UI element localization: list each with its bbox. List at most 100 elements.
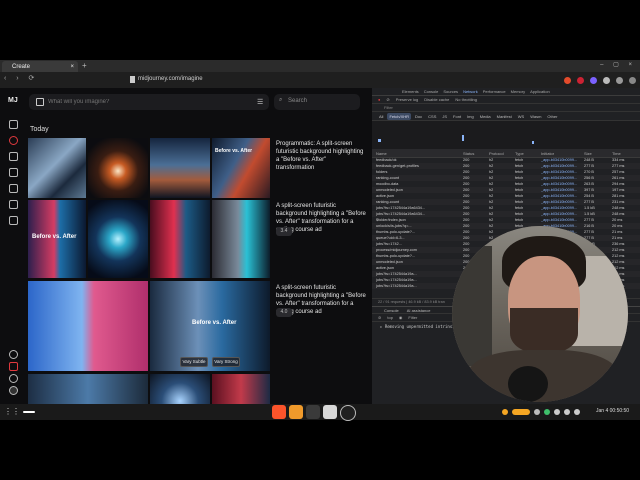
new-tab-button[interactable]: + <box>82 61 87 70</box>
generated-image[interactable]: Before vs. After <box>28 200 86 278</box>
col-status[interactable]: Status <box>463 151 474 156</box>
terminal-icon[interactable] <box>306 405 320 419</box>
edit-icon[interactable] <box>9 152 18 161</box>
search-input[interactable]: Search <box>288 98 307 104</box>
tray-icon[interactable] <box>512 409 530 415</box>
extension-icon[interactable] <box>603 76 610 84</box>
extension-icon[interactable] <box>616 76 623 84</box>
generated-image[interactable] <box>212 200 270 278</box>
tab-performance[interactable]: Performance <box>483 89 506 94</box>
settings-icon[interactable] <box>9 374 18 383</box>
nav-buttons[interactable]: ‹ › ⟳ <box>4 74 38 82</box>
organize-icon[interactable] <box>9 184 18 193</box>
preserve-log-checkbox[interactable]: Preserve log <box>396 97 418 102</box>
filter-js[interactable]: JS <box>440 113 449 120</box>
record-icon[interactable]: ● <box>378 97 380 102</box>
notifications-icon[interactable] <box>9 362 18 371</box>
mail-icon[interactable] <box>323 405 337 419</box>
search-bar[interactable] <box>274 94 360 110</box>
generated-image[interactable] <box>150 374 210 404</box>
tasks-icon[interactable] <box>9 216 18 225</box>
tab-application[interactable]: Application <box>530 89 550 94</box>
filter-manifest[interactable]: Manifest <box>495 113 514 120</box>
help-icon[interactable] <box>9 350 18 359</box>
tab-sources[interactable]: Sources <box>443 89 458 94</box>
generated-image[interactable] <box>150 200 210 278</box>
col-initiator[interactable]: Initiator <box>541 151 554 156</box>
tray-icon[interactable] <box>544 409 550 415</box>
console-filter-input[interactable]: Filter <box>408 315 417 320</box>
clear-icon[interactable]: ⊘ <box>386 97 389 102</box>
context-select[interactable]: top <box>387 315 393 320</box>
explore-icon[interactable] <box>9 120 18 129</box>
col-size[interactable]: Size <box>584 151 592 156</box>
generated-image[interactable] <box>150 138 210 198</box>
brave-browser-icon[interactable] <box>272 405 286 419</box>
wifi-icon[interactable] <box>554 409 560 415</box>
network-timeline[interactable] <box>372 121 640 150</box>
col-protocol[interactable]: Protocol <box>489 151 504 156</box>
volume-icon[interactable] <box>564 409 570 415</box>
apps-grid-icon[interactable]: ⋮⋮ <box>4 407 20 416</box>
throttling-select[interactable]: No throttling <box>455 97 477 102</box>
browser-tab[interactable]: Create × <box>2 61 78 72</box>
filter-all[interactable]: All <box>377 113 385 120</box>
disable-cache-checkbox[interactable]: Disable cache <box>424 97 449 102</box>
filter-other[interactable]: Other <box>545 113 559 120</box>
settings-sliders-icon[interactable]: ☰ <box>257 98 263 106</box>
tab-console[interactable]: Console <box>424 89 439 94</box>
generated-image[interactable] <box>212 374 270 404</box>
extension-icon[interactable] <box>577 76 584 84</box>
chat-icon[interactable] <box>9 200 18 209</box>
menu-icon[interactable] <box>629 76 636 84</box>
generated-image[interactable] <box>28 374 148 404</box>
generated-image[interactable]: Before vs. After <box>212 138 270 198</box>
window-controls[interactable]: – ▢ × <box>600 61 636 68</box>
filter-img[interactable]: Img <box>465 113 476 120</box>
generated-image[interactable]: Before vs. After Vary Subtle Vary Strong <box>150 281 270 371</box>
col-name[interactable]: Name <box>376 151 387 156</box>
close-icon[interactable]: × <box>70 64 74 70</box>
battery-icon[interactable] <box>574 409 580 415</box>
tray-icon[interactable] <box>534 409 540 415</box>
filter-doc[interactable]: Doc <box>413 113 424 120</box>
create-icon[interactable] <box>9 136 18 145</box>
drawer-tab-console[interactable]: Console <box>384 308 399 313</box>
filter-font[interactable]: Font <box>451 113 463 120</box>
generated-image[interactable] <box>28 281 148 371</box>
col-type[interactable]: Type <box>515 151 524 156</box>
profile-icon[interactable] <box>9 386 18 395</box>
col-time[interactable]: Time <box>612 151 621 156</box>
filter-ws[interactable]: WS <box>516 113 526 120</box>
tab-memory[interactable]: Memory <box>511 89 525 94</box>
image-upload-icon[interactable] <box>36 98 44 106</box>
filter-css[interactable]: CSS <box>426 113 438 120</box>
tab-network[interactable]: Network <box>463 89 478 94</box>
clear-console-icon[interactable]: ⊘ <box>378 315 381 320</box>
sublime-text-icon[interactable] <box>289 405 303 419</box>
drawer-tab-ai-assistance[interactable]: AI assistance <box>407 308 431 313</box>
tab-elements[interactable]: Elements <box>402 89 419 94</box>
obs-icon[interactable] <box>340 405 356 421</box>
filter-wasm[interactable]: Wasm <box>528 113 543 120</box>
tray-icon[interactable] <box>502 409 508 415</box>
generated-image[interactable] <box>88 200 148 278</box>
eye-icon[interactable]: ◉ <box>399 315 403 320</box>
extension-icon[interactable] <box>590 76 597 84</box>
generated-image[interactable] <box>28 138 86 198</box>
filter-fetch-xhr[interactable]: Fetch/XHR <box>387 112 412 120</box>
clock[interactable]: Jan 4 00:50:50 <box>596 408 629 414</box>
generated-image[interactable] <box>88 138 148 198</box>
vary-subtle-button[interactable]: Vary Subtle <box>180 357 208 367</box>
version-badge[interactable]: 4.0 <box>276 308 292 317</box>
filter-media[interactable]: Media <box>478 113 493 120</box>
vary-strong-button[interactable]: Vary Strong <box>212 357 240 367</box>
personalize-icon[interactable] <box>9 168 18 177</box>
url-field[interactable]: midjourney.com/imagine <box>138 76 203 82</box>
mj-logo[interactable]: MJ <box>8 97 18 104</box>
version-badge[interactable]: 3.4 <box>276 227 292 236</box>
prompt-description[interactable]: Programmatic: A split-screen futuristic … <box>276 140 366 172</box>
network-filter-input[interactable]: Filter <box>372 104 640 112</box>
prompt-input[interactable] <box>48 96 238 108</box>
extension-icon[interactable] <box>564 76 571 84</box>
